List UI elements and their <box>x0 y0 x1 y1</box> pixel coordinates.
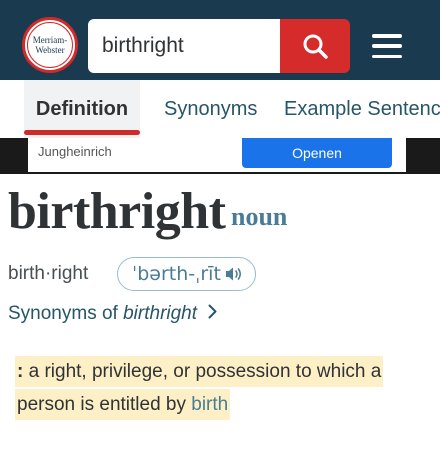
ad-banner: Jungheinrich Openen <box>0 138 440 174</box>
hamburger-menu-button[interactable] <box>372 30 404 62</box>
headword: birthright <box>8 183 226 240</box>
ad-advertiser: Jungheinrich <box>38 144 112 159</box>
speaker-icon <box>225 267 241 281</box>
site-header: Merriam- Webster birthright <box>0 0 440 80</box>
pronunciation-text: ˈbərth-ˌrīt <box>132 263 221 285</box>
menu-bar-1 <box>372 34 402 38</box>
definition-text-2: person is entitled by <box>17 394 192 415</box>
pronunciation-button[interactable]: ˈbərth-ˌrīt <box>117 257 256 291</box>
synonyms-link-word: birthright <box>123 303 198 324</box>
logo-line-1: Merriam- <box>32 35 68 45</box>
part-of-speech[interactable]: noun <box>231 202 287 232</box>
logo-inner-ring: Merriam- Webster <box>27 22 73 68</box>
logo-line-2: Webster <box>35 45 65 55</box>
definition-line-2: person is entitled by birth <box>15 389 231 420</box>
tab-synonyms[interactable]: Synonyms <box>164 80 257 138</box>
definition-text-1: a right, privilege, or possession to whi… <box>23 361 382 382</box>
birth-link[interactable]: birth <box>191 394 228 415</box>
ad-panel[interactable]: Jungheinrich Openen <box>28 138 406 172</box>
merriam-webster-logo[interactable]: Merriam- Webster <box>22 17 78 73</box>
active-tab-underline <box>24 130 140 135</box>
search-input[interactable]: birthright <box>88 19 280 73</box>
syllable-breakdown: birth·right <box>8 263 89 284</box>
menu-bar-2 <box>372 44 402 48</box>
search-input-value: birthright <box>102 34 184 57</box>
ad-open-button[interactable]: Openen <box>242 138 392 168</box>
menu-bar-3 <box>372 54 402 58</box>
definition-line-1: : a right, privilege, or possession to w… <box>15 356 384 387</box>
synonyms-link-prefix: Synonyms of <box>8 303 124 324</box>
search-icon <box>303 34 328 59</box>
search-button[interactable] <box>280 19 350 73</box>
tab-example-sentences[interactable]: Example Sentenc <box>284 80 440 138</box>
synonyms-link[interactable]: Synonyms of birthright <box>8 303 217 325</box>
chevron-right-icon <box>208 304 217 319</box>
